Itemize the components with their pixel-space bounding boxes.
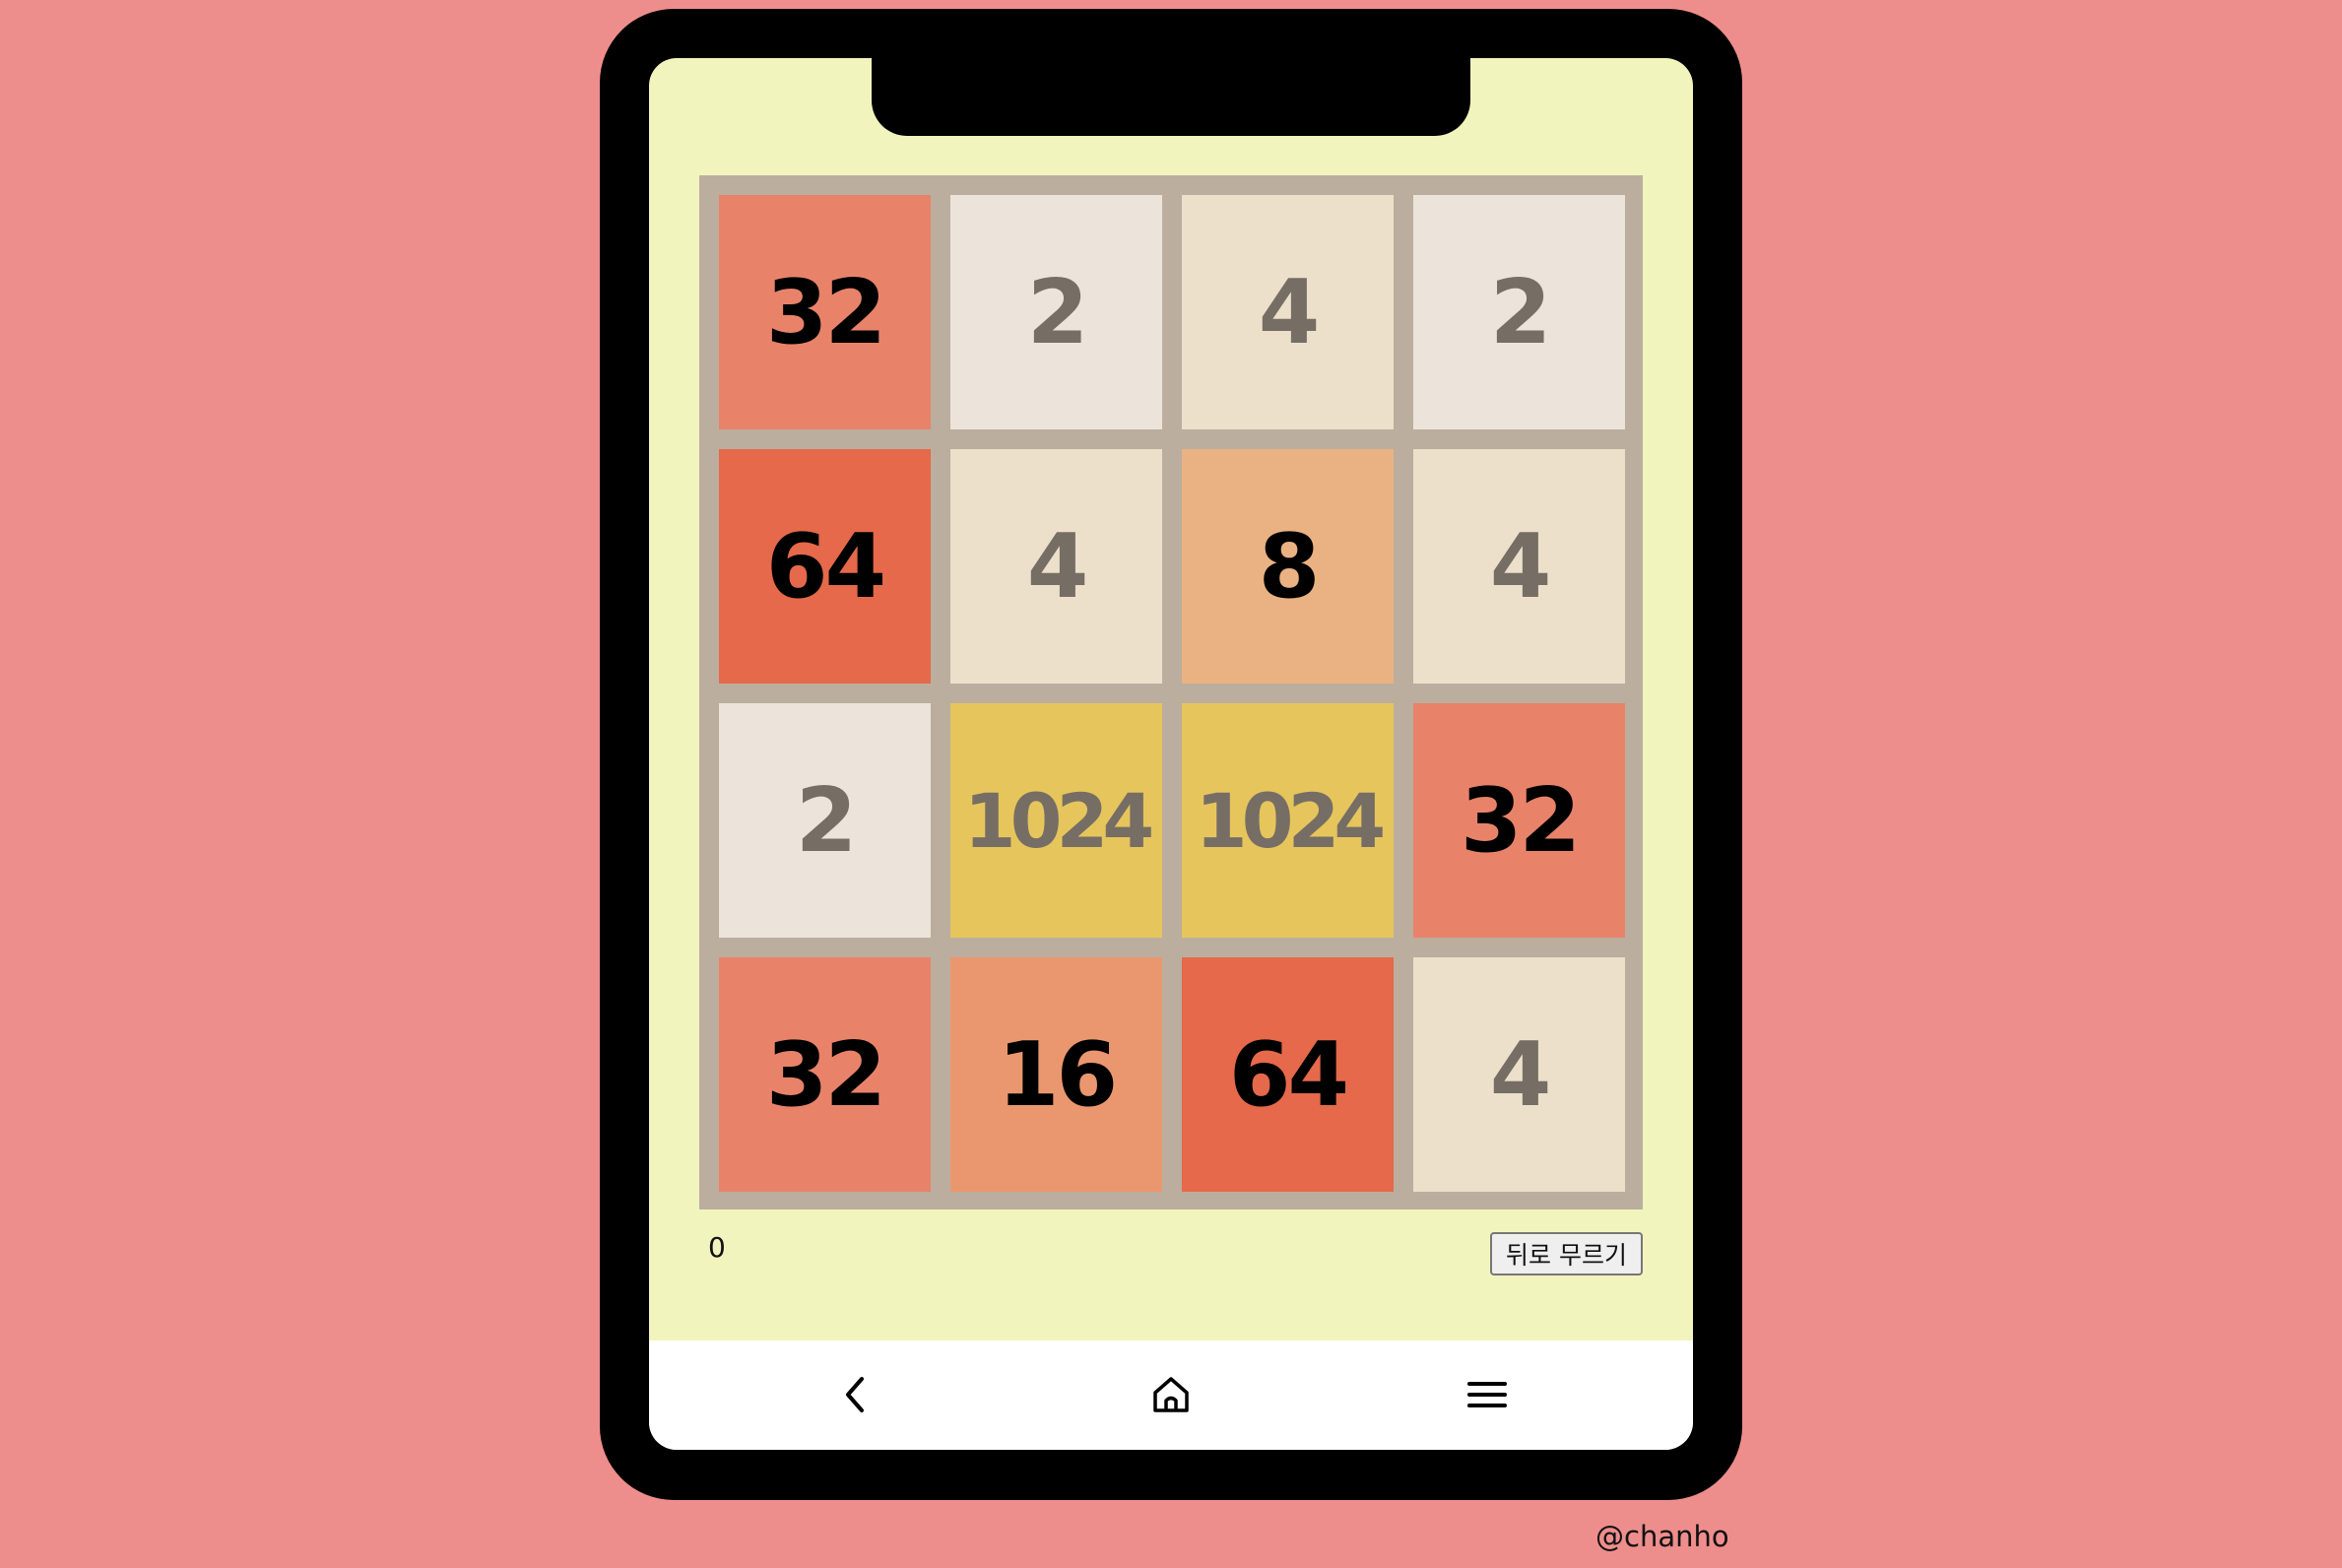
- tile: 64: [719, 449, 931, 684]
- bottom-navbar: [649, 1340, 1693, 1450]
- tile: 4: [1413, 957, 1625, 1192]
- home-button[interactable]: [1141, 1365, 1201, 1424]
- menu-button[interactable]: [1458, 1365, 1517, 1424]
- back-button[interactable]: [826, 1365, 885, 1424]
- author-credit: @chanho: [1595, 1520, 1729, 1553]
- phone-screen: 32 2 4 2 64 4 8 4 2 1024 1024 32 32 16 64 4 0 뒤로 무르기: [649, 58, 1693, 1450]
- tile: 8: [1182, 449, 1394, 684]
- game-board[interactable]: 32 2 4 2 64 4 8 4 2 1024 1024 32 32 16 64 4: [699, 175, 1643, 1209]
- score-display: 0: [708, 1231, 726, 1264]
- chevron-left-icon: [846, 1377, 864, 1412]
- phone-notch: [872, 58, 1470, 136]
- tile: 1024: [950, 703, 1162, 938]
- tile: 1024: [1182, 703, 1394, 938]
- undo-button[interactable]: 뒤로 무르기: [1490, 1232, 1643, 1275]
- home-icon: [1153, 1377, 1189, 1412]
- tile: 16: [950, 957, 1162, 1192]
- tile: 64: [1182, 957, 1394, 1192]
- tile: 32: [1413, 703, 1625, 938]
- tile: 4: [950, 449, 1162, 684]
- tile: 2: [719, 703, 931, 938]
- tile: 2: [1413, 195, 1625, 429]
- tile: 4: [1413, 449, 1625, 684]
- tile: 2: [950, 195, 1162, 429]
- tile: 32: [719, 195, 931, 429]
- tile: 32: [719, 957, 931, 1192]
- tile: 4: [1182, 195, 1394, 429]
- hamburger-menu-icon: [1467, 1382, 1507, 1407]
- phone-frame: 32 2 4 2 64 4 8 4 2 1024 1024 32 32 16 64 4 0 뒤로 무르기: [600, 9, 1742, 1500]
